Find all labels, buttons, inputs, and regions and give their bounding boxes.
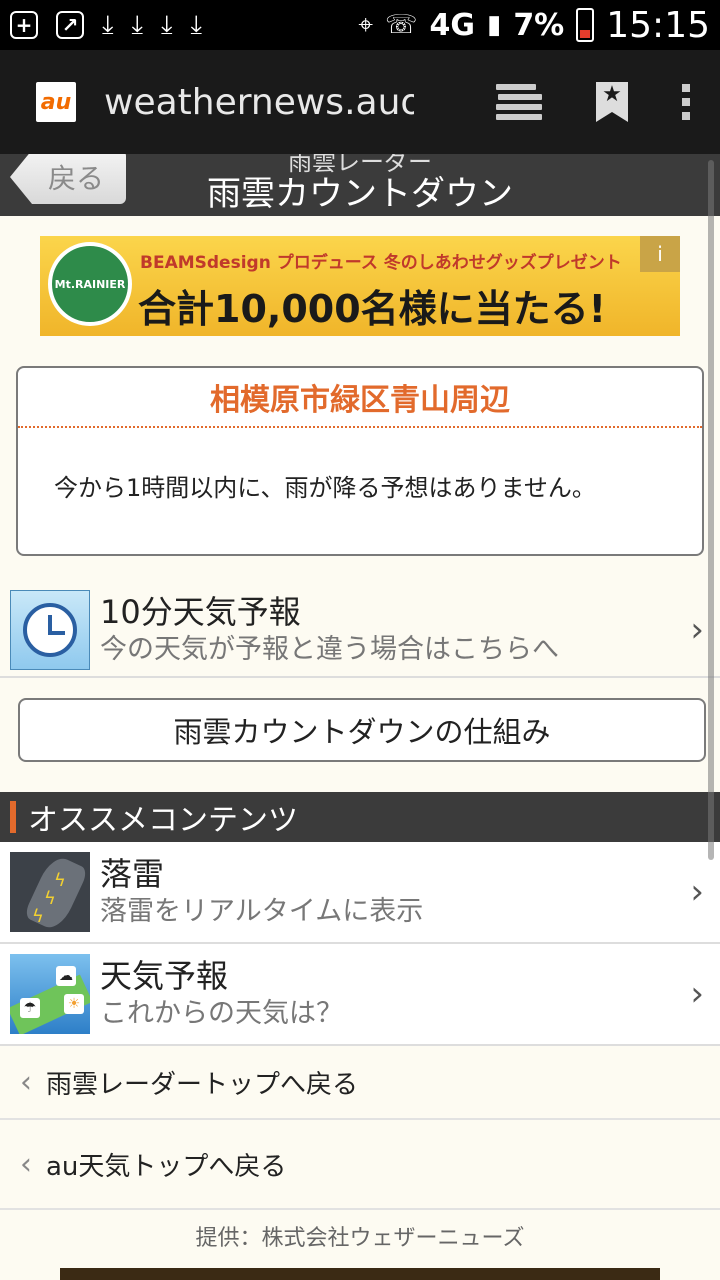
back-button[interactable]: 戻る — [10, 154, 126, 204]
link-label: au天気トップへ戻る — [46, 1151, 287, 1182]
ad-headline: BEAMSdesign プロデュース 冬のしあわせグッズプレゼント — [140, 253, 622, 273]
overflow-menu-icon[interactable] — [682, 84, 690, 120]
au-weather-top-link[interactable]: ‹ au天気トップへ戻る — [0, 1120, 720, 1210]
weather-forecast-item[interactable]: ☁ ☂ ☀ 天気予報 これからの天気は？ › — [0, 944, 720, 1046]
browser-toolbar: au weathernews.auone — [0, 50, 720, 154]
battery-icon — [576, 8, 595, 42]
chevron-right-icon: › — [690, 610, 704, 650]
ad-info-icon[interactable]: i — [640, 236, 680, 272]
share-notification-icon: ↗ — [56, 11, 84, 39]
download-icon: ⤓ — [190, 10, 203, 40]
page-header: 雨雲レーダー 雨雲カウントダウン 戻る — [0, 154, 720, 216]
battery-percent: 7% — [513, 7, 565, 43]
clock-weather-icon — [10, 590, 90, 670]
scrollbar[interactable] — [708, 160, 714, 860]
item-title: 落雷 — [100, 855, 165, 893]
item-subtitle: 今の天気が予報と違う場合はこちらへ — [100, 634, 559, 665]
mechanism-button[interactable]: 雨雲カウントダウンの仕組み — [18, 698, 706, 762]
notification-icons: + ↗ ⤓ ⤓ ⤓ ⤓ — [10, 11, 202, 39]
chevron-right-icon: › — [690, 974, 704, 1014]
link-label: 雨雲レーダートップへ戻る — [46, 1069, 359, 1100]
item-subtitle: これからの天気は？ — [100, 998, 343, 1029]
ad-logo: Mt.RAINIER — [48, 242, 132, 326]
lightning-map-icon: ϟ ϟ ϟ — [10, 852, 90, 932]
ad-banner[interactable]: Mt.RAINIER BEAMSdesign プロデュース 冬のしあわせグッズプ… — [40, 236, 680, 336]
recommended-heading: オススメコンテンツ — [0, 792, 720, 842]
chevron-left-icon: ‹ — [20, 1064, 32, 1100]
chevron-left-icon: ‹ — [20, 1146, 32, 1182]
au-logo-icon[interactable]: au — [36, 82, 76, 122]
status-bar: + ↗ ⤓ ⤓ ⤓ ⤓ ⌖ ☏ 4G ▮ 7% 15:15 — [0, 0, 720, 50]
download-icon: ⤓ — [161, 10, 173, 40]
item-subtitle: 落雷をリアルタイムに表示 — [100, 896, 424, 927]
section-title: オススメコンテンツ — [28, 803, 298, 838]
forecast-message: 今から1時間以内に、雨が降る予想はありません。 — [54, 474, 596, 502]
radar-top-link[interactable]: ‹ 雨雲レーダートップへ戻る — [0, 1046, 720, 1120]
provider-credit: 提供：株式会社ウェザーニューズ — [195, 1226, 525, 1251]
download-icon: ⤓ — [131, 10, 144, 40]
add-notification-icon: + — [10, 11, 38, 39]
forecast-map-icon: ☁ ☂ ☀ — [10, 954, 90, 1034]
signal-icon: ▮ — [487, 10, 502, 40]
bottom-ad-banner[interactable] — [60, 1268, 660, 1280]
vibrate-icon: ☏ — [384, 10, 418, 40]
rain-forecast-card: 相模原市緑区青山周辺 今から1時間以内に、雨が降る予想はありません。 — [16, 366, 704, 556]
ad-main-text: 合計10,000名様に当たる! — [138, 287, 606, 331]
item-title: 10分天気予報 — [100, 593, 301, 631]
tabs-icon[interactable] — [496, 84, 542, 120]
item-title: 天気予報 — [100, 957, 229, 995]
system-indicators: ⌖ ☏ 4G ▮ 7% 15:15 — [358, 5, 710, 46]
forecast-10min-item[interactable]: 10分天気予報 今の天気が予報と違う場合はこちらへ › — [0, 584, 720, 678]
clock: 15:15 — [606, 4, 710, 46]
network-type: 4G — [429, 7, 476, 43]
location-name: 相模原市緑区青山周辺 — [18, 368, 702, 428]
bookmark-icon[interactable] — [596, 82, 628, 122]
lightning-item[interactable]: ϟ ϟ ϟ 落雷 落雷をリアルタイムに表示 › — [0, 842, 720, 944]
chevron-right-icon: › — [690, 872, 704, 912]
url-bar[interactable]: weathernews.auone — [104, 82, 414, 123]
download-icon: ⤓ — [102, 10, 114, 40]
location-icon: ⌖ — [358, 10, 373, 40]
